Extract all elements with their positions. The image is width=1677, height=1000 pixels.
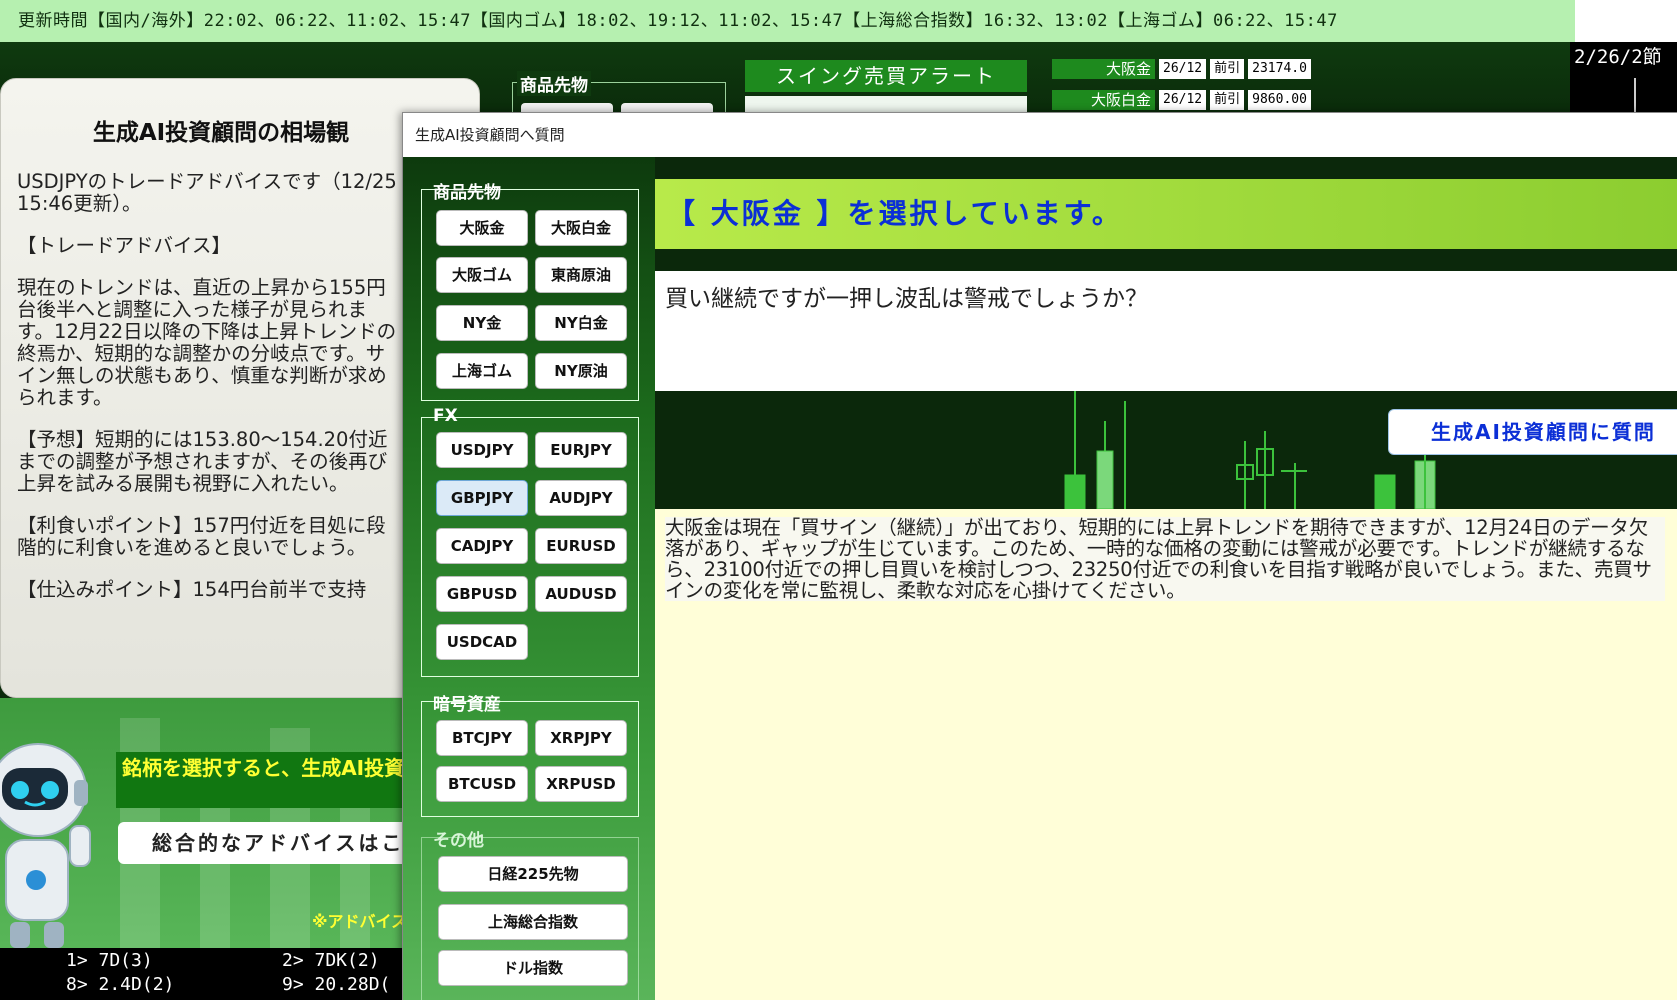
market-view-paragraph: 現在のトレンドは、直近の上昇から155円台後半へと調整に入った様子が見られます。…: [17, 276, 397, 409]
app-window: 更新時間【国内/海外】22:02、06:22、11:02、15:47【国内ゴム】…: [0, 0, 1677, 1000]
date-strip-divider: [1634, 78, 1636, 114]
price-row-type: 前引: [1210, 90, 1245, 110]
symbol-button-osaka-platinum[interactable]: 大阪白金: [535, 210, 627, 246]
symbol-button-nikkei225-futures[interactable]: 日経225先物: [438, 856, 628, 892]
symbol-button-xrpjpy[interactable]: XRPJPY: [535, 720, 627, 756]
market-view-paragraph: 【予想】短期的には153.80〜154.20付近までの調整が予想されますが、その…: [17, 428, 388, 495]
indicator-item: 1> 7D(3): [66, 950, 153, 971]
symbol-button-shanghai-rubber[interactable]: 上海ゴム: [436, 353, 528, 389]
symbol-button-gbpusd[interactable]: GBPUSD: [436, 576, 528, 612]
symbol-button-osaka-rubber[interactable]: 大阪ゴム: [436, 257, 528, 293]
answer-text: 大阪金は現在「買サイン（継続）」が出ており、短期的には上昇トレンドを期待できます…: [665, 517, 1665, 601]
bottom-indicator-list: 1> 7D(3) 2> 7DK(2) 8> 2.4D(2) 9> 20.28D(: [0, 948, 410, 1000]
commodities-group-label: 商品先物: [433, 183, 501, 203]
dialog-body: 商品先物 大阪金 大阪白金 大阪ゴム 東商原油 NY金 NY白金 上海ゴム NY…: [403, 157, 1677, 1000]
crypto-group: 暗号資産 BTCJPY XRPJPY BTCUSD XRPUSD: [421, 695, 639, 817]
price-row-price: 23174.0: [1248, 59, 1311, 79]
market-view-body: USDJPYのトレードアドバイスです（12/25 15:46更新）。 【トレード…: [17, 171, 401, 621]
price-row-name: 大阪白金: [1052, 90, 1155, 110]
price-row-contract: 26/12: [1159, 59, 1207, 79]
indicator-item: 2> 7DK(2): [282, 950, 380, 971]
symbol-button-usdcad[interactable]: USDCAD: [436, 624, 528, 660]
symbol-button-btcjpy[interactable]: BTCJPY: [436, 720, 528, 756]
ticker-right-blank: [1575, 0, 1677, 42]
crypto-group-label: 暗号資産: [433, 695, 501, 715]
indicator-item: 8> 2.4D(2): [66, 974, 175, 995]
question-main-area: 【 大阪金 】を選択しています。 買い継続ですが一押し波乱は警戒でしょうか？ 生…: [655, 157, 1677, 1000]
price-row-osaka-gold: 大阪金 26/12 前引 23174.0: [1052, 59, 1311, 79]
overall-advice-button[interactable]: 総合的なアドバイスはこちら: [118, 822, 418, 864]
symbol-button-btcusd[interactable]: BTCUSD: [436, 766, 528, 802]
symbol-button-cadjpy[interactable]: CADJPY: [436, 528, 528, 564]
symbol-button-gbpjpy[interactable]: GBPJPY: [436, 480, 528, 516]
price-row-type: 前引: [1210, 59, 1245, 79]
question-input[interactable]: 買い継続ですが一押し波乱は警戒でしょうか？: [655, 271, 1677, 391]
update-time-ticker: 更新時間【国内/海外】22:02、06:22、11:02、15:47【国内ゴム】…: [0, 0, 1575, 42]
symbol-button-usdjpy[interactable]: USDJPY: [436, 432, 528, 468]
price-row-price: 9860.00: [1248, 90, 1311, 110]
market-view-paragraph: 【利食いポイント】157円付近を目処に段階的に利食いを進めると良いでしょう。: [17, 514, 386, 559]
symbol-button-xrpusd[interactable]: XRPUSD: [535, 766, 627, 802]
market-view-paragraph: USDJPYのトレードアドバイスです（12/25 15:46更新）。: [17, 170, 403, 215]
advice-note: ※アドバイス: [312, 912, 408, 931]
symbol-button-eurjpy[interactable]: EURJPY: [535, 432, 627, 468]
price-row-name: 大阪金: [1052, 59, 1155, 79]
symbol-button-osaka-gold[interactable]: 大阪金: [436, 210, 528, 246]
symbol-button-eurusd[interactable]: EURUSD: [535, 528, 627, 564]
robot-mascot-icon: [0, 743, 91, 948]
symbol-button-ny-crude[interactable]: NY原油: [535, 353, 627, 389]
symbol-selector-sidebar: 商品先物 大阪金 大阪白金 大阪ゴム 東商原油 NY金 NY白金 上海ゴム NY…: [403, 157, 655, 1000]
indicator-item: 9> 20.28D(: [282, 974, 391, 995]
other-group-label: その他: [433, 831, 484, 851]
symbol-button-ny-platinum[interactable]: NY白金: [535, 305, 627, 341]
other-group: その他 日経225先物 上海総合指数 ドル指数: [421, 831, 639, 1000]
symbol-button-audjpy[interactable]: AUDJPY: [535, 480, 627, 516]
market-view-paragraph: 【トレードアドバイス】: [17, 234, 231, 257]
date-strip-text: 2/26/2節: [1574, 46, 1662, 68]
symbol-button-tocom-crude[interactable]: 東商原油: [535, 257, 627, 293]
swing-alert-header: スイング売買アラート: [745, 60, 1027, 92]
commodities-group: 商品先物 大阪金 大阪白金 大阪ゴム 東商原油 NY金 NY白金 上海ゴム NY…: [421, 183, 639, 401]
market-view-title: 生成AI投資顧問の相場観: [92, 120, 350, 146]
date-strip: 2/26/2節: [1570, 42, 1677, 114]
dialog-title: 生成AI投資顧問へ質問: [403, 113, 1677, 157]
price-row-osaka-platinum: 大阪白金 26/12 前引 9860.00: [1052, 90, 1311, 110]
selected-symbol-banner: 【 大阪金 】を選択しています。: [655, 179, 1677, 249]
price-row-contract: 26/12: [1159, 90, 1207, 110]
symbol-button-shanghai-composite[interactable]: 上海総合指数: [438, 904, 628, 940]
symbol-button-audusd[interactable]: AUDUSD: [535, 576, 627, 612]
symbol-button-dollar-index[interactable]: ドル指数: [438, 950, 628, 986]
hint-message: 銘柄を選択すると、生成AI投資顧問からのアドバイスが表示されます。: [116, 752, 406, 808]
market-view-paragraph: 【仕込みポイント】154円台前半で支持: [17, 578, 367, 601]
ask-advisor-button[interactable]: 生成AI投資顧問に質問: [1388, 409, 1677, 455]
ask-advisor-dialog: 生成AI投資顧問へ質問 商品先物 大阪金 大阪白金 大阪ゴム 東商原油 NY金 …: [402, 112, 1677, 1000]
background-futures-label: 商品先物: [517, 71, 591, 96]
fx-group: FX USDJPY EURJPY GBPJPY AUDJPY CADJPY EU…: [421, 406, 639, 677]
symbol-button-ny-gold[interactable]: NY金: [436, 305, 528, 341]
fx-group-label: FX: [433, 406, 458, 426]
answer-panel: 大阪金は現在「買サイン（継続）」が出ており、短期的には上昇トレンドを期待できます…: [655, 509, 1677, 1000]
